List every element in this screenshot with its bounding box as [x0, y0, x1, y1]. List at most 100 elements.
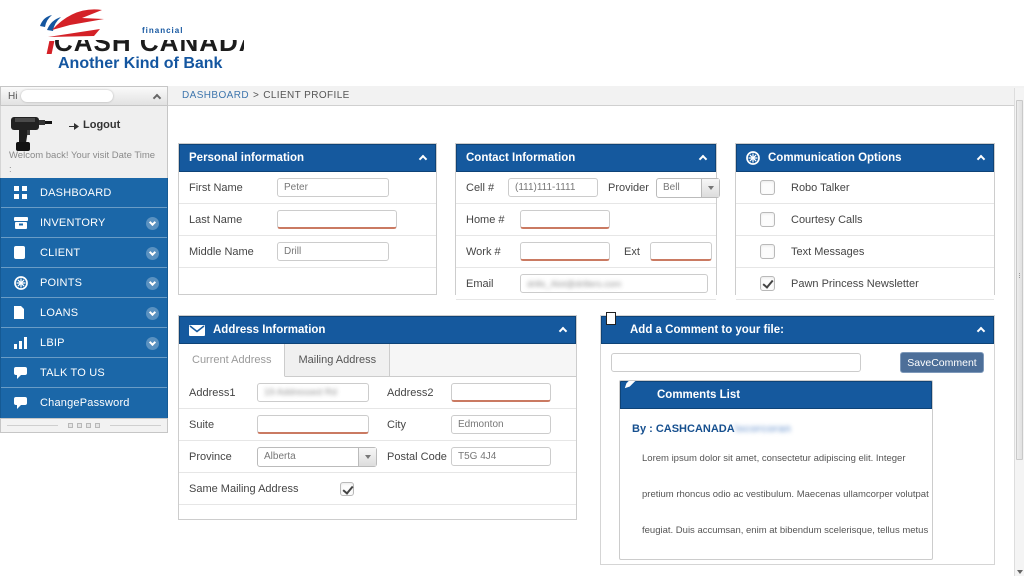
middle-name-field[interactable]: [277, 242, 389, 261]
loans-icon: [14, 306, 31, 319]
pawn-princess-newsletter-checkbox[interactable]: [760, 276, 775, 291]
select-dropdown-button[interactable]: [358, 448, 376, 466]
address-information-header[interactable]: Address Information: [179, 316, 576, 344]
comments-list-header[interactable]: Comments List: [620, 381, 932, 409]
breadcrumb-separator: >: [253, 90, 259, 101]
tab-current-address[interactable]: Current Address: [179, 344, 285, 377]
add-comment-header[interactable]: Add a Comment to your file:: [601, 316, 994, 344]
city-label: City: [387, 419, 451, 431]
provider-select[interactable]: Bell: [656, 178, 720, 198]
client-profile-page: financial CASH CANADA Another Kind of Ba…: [0, 0, 1024, 576]
home-field[interactable]: [520, 210, 610, 229]
breadcrumb-dashboard-link[interactable]: DASHBOARD: [182, 90, 249, 101]
sidebar-user-bar[interactable]: Hi: [0, 86, 168, 106]
province-select[interactable]: Alberta: [257, 447, 377, 467]
logo-swoosh-icon: [36, 6, 108, 44]
robo-talker-checkbox[interactable]: [760, 180, 775, 195]
breadcrumb-current: CLIENT PROFILE: [263, 90, 350, 101]
save-comment-button[interactable]: SaveComment: [900, 352, 984, 373]
address2-field[interactable]: [451, 383, 551, 402]
last-name-field[interactable]: [277, 210, 397, 229]
chevron-up-icon[interactable]: [559, 327, 567, 335]
panel-title: Address Information: [213, 324, 325, 336]
comment-item: By : CASHCANADA\scorcoran Lorem ipsum do…: [620, 409, 932, 560]
chevron-down-icon[interactable]: [146, 247, 159, 260]
breadcrumb: DASHBOARD > CLIENT PROFILE: [168, 86, 1024, 106]
sidebar-item-client[interactable]: CLIENT: [1, 238, 167, 268]
chevron-up-icon[interactable]: [977, 327, 985, 335]
lbip-icon: [14, 337, 31, 349]
chevron-down-icon[interactable]: [146, 217, 159, 230]
greeting-text: Hi: [8, 91, 17, 102]
chevron-down-icon[interactable]: [146, 337, 159, 350]
home-label: Home #: [466, 214, 520, 226]
chevron-down-icon: [708, 186, 714, 190]
tab-mailing-address[interactable]: Mailing Address: [285, 344, 390, 376]
chevron-down-icon[interactable]: [146, 307, 159, 320]
chat-icon: [14, 367, 31, 379]
first-name-label: First Name: [189, 182, 277, 194]
chevron-up-icon[interactable]: [977, 155, 985, 163]
cell-field[interactable]: [508, 178, 598, 197]
panel-title: Add a Comment to your file:: [630, 324, 784, 336]
address1-field[interactable]: 19 Addressed Rd: [257, 383, 369, 402]
scrollbar-thumb[interactable]: [1016, 100, 1023, 460]
sidebar-menu: DASHBOARD INVENTORY CLIENT PO: [0, 178, 168, 418]
vertical-scrollbar[interactable]: [1014, 88, 1024, 576]
chevron-down-icon: [365, 455, 371, 459]
dashboard-icon: [14, 186, 31, 199]
courtesy-calls-checkbox[interactable]: [760, 212, 775, 227]
first-name-field[interactable]: [277, 178, 389, 197]
chevron-up-icon[interactable]: [699, 155, 707, 163]
cell-label: Cell #: [466, 182, 508, 194]
text-messages-label: Text Messages: [791, 246, 864, 258]
email-label: Email: [466, 278, 520, 290]
sidebar-collapse-handle[interactable]: [0, 418, 168, 433]
communication-options-header[interactable]: Communication Options: [736, 144, 994, 172]
postal-code-field[interactable]: [451, 447, 551, 466]
address-tabs: Current Address Mailing Address: [179, 344, 576, 377]
personal-information-header[interactable]: Personal information: [179, 144, 436, 172]
same-mailing-address-checkbox[interactable]: [340, 482, 354, 496]
sidebar-item-loans[interactable]: LOANS: [1, 298, 167, 328]
email-field[interactable]: drills_Alot@drillers.com: [520, 274, 708, 293]
chevron-up-icon[interactable]: [153, 93, 161, 101]
contact-information-header[interactable]: Contact Information: [456, 144, 716, 172]
address2-label: Address2: [387, 387, 451, 399]
scrollbar-grip: [1019, 273, 1020, 278]
select-dropdown-button[interactable]: [701, 179, 719, 197]
logout-button[interactable]: Logout: [69, 119, 120, 131]
user-name-redacted: [21, 90, 113, 102]
comment-author-user: \scorcoran: [735, 423, 791, 435]
sidebar-item-dashboard[interactable]: DASHBOARD: [1, 178, 167, 208]
ext-field[interactable]: [650, 242, 712, 261]
suite-field[interactable]: [257, 415, 369, 434]
sidebar-item-points[interactable]: POINTS: [1, 268, 167, 298]
address1-label: Address1: [189, 387, 257, 399]
text-messages-checkbox[interactable]: [760, 244, 775, 259]
chevron-up-icon[interactable]: [419, 155, 427, 163]
personal-information-panel: Personal information First Name Last Nam…: [178, 143, 437, 295]
client-icon: [14, 246, 31, 259]
scrollbar-down-arrow[interactable]: [1017, 570, 1023, 574]
sidebar-item-inventory[interactable]: INVENTORY: [1, 208, 167, 238]
comment-author-label: By : CASHCANADA: [632, 423, 735, 435]
pawn-princess-newsletter-label: Pawn Princess Newsletter: [791, 278, 919, 290]
sidebar-item-change-password[interactable]: ChangePassword: [1, 388, 167, 418]
same-mailing-address-label: Same Mailing Address: [189, 483, 298, 495]
work-field[interactable]: [520, 242, 610, 261]
address-information-panel: Address Information Current Address Mail…: [178, 315, 577, 520]
comment-input[interactable]: [611, 353, 861, 372]
brand-name-clipped: CASH CANADA: [54, 40, 244, 55]
city-field[interactable]: [451, 415, 551, 434]
sidebar-item-talk-to-us[interactable]: TALK TO US: [1, 358, 167, 388]
sidebar-item-lbip[interactable]: LBIP: [1, 328, 167, 358]
courtesy-calls-label: Courtesy Calls: [791, 214, 863, 226]
brand-tagline: Another Kind of Bank: [58, 55, 222, 73]
top-header: financial CASH CANADA Another Kind of Ba…: [0, 0, 1024, 86]
last-name-label: Last Name: [189, 214, 277, 226]
panel-title: Personal information: [189, 152, 304, 164]
comment-body-text: Lorem ipsum dolor sit amet, consectetur …: [642, 441, 930, 560]
pencil-icon: [623, 380, 639, 395]
chevron-down-icon[interactable]: [146, 277, 159, 290]
